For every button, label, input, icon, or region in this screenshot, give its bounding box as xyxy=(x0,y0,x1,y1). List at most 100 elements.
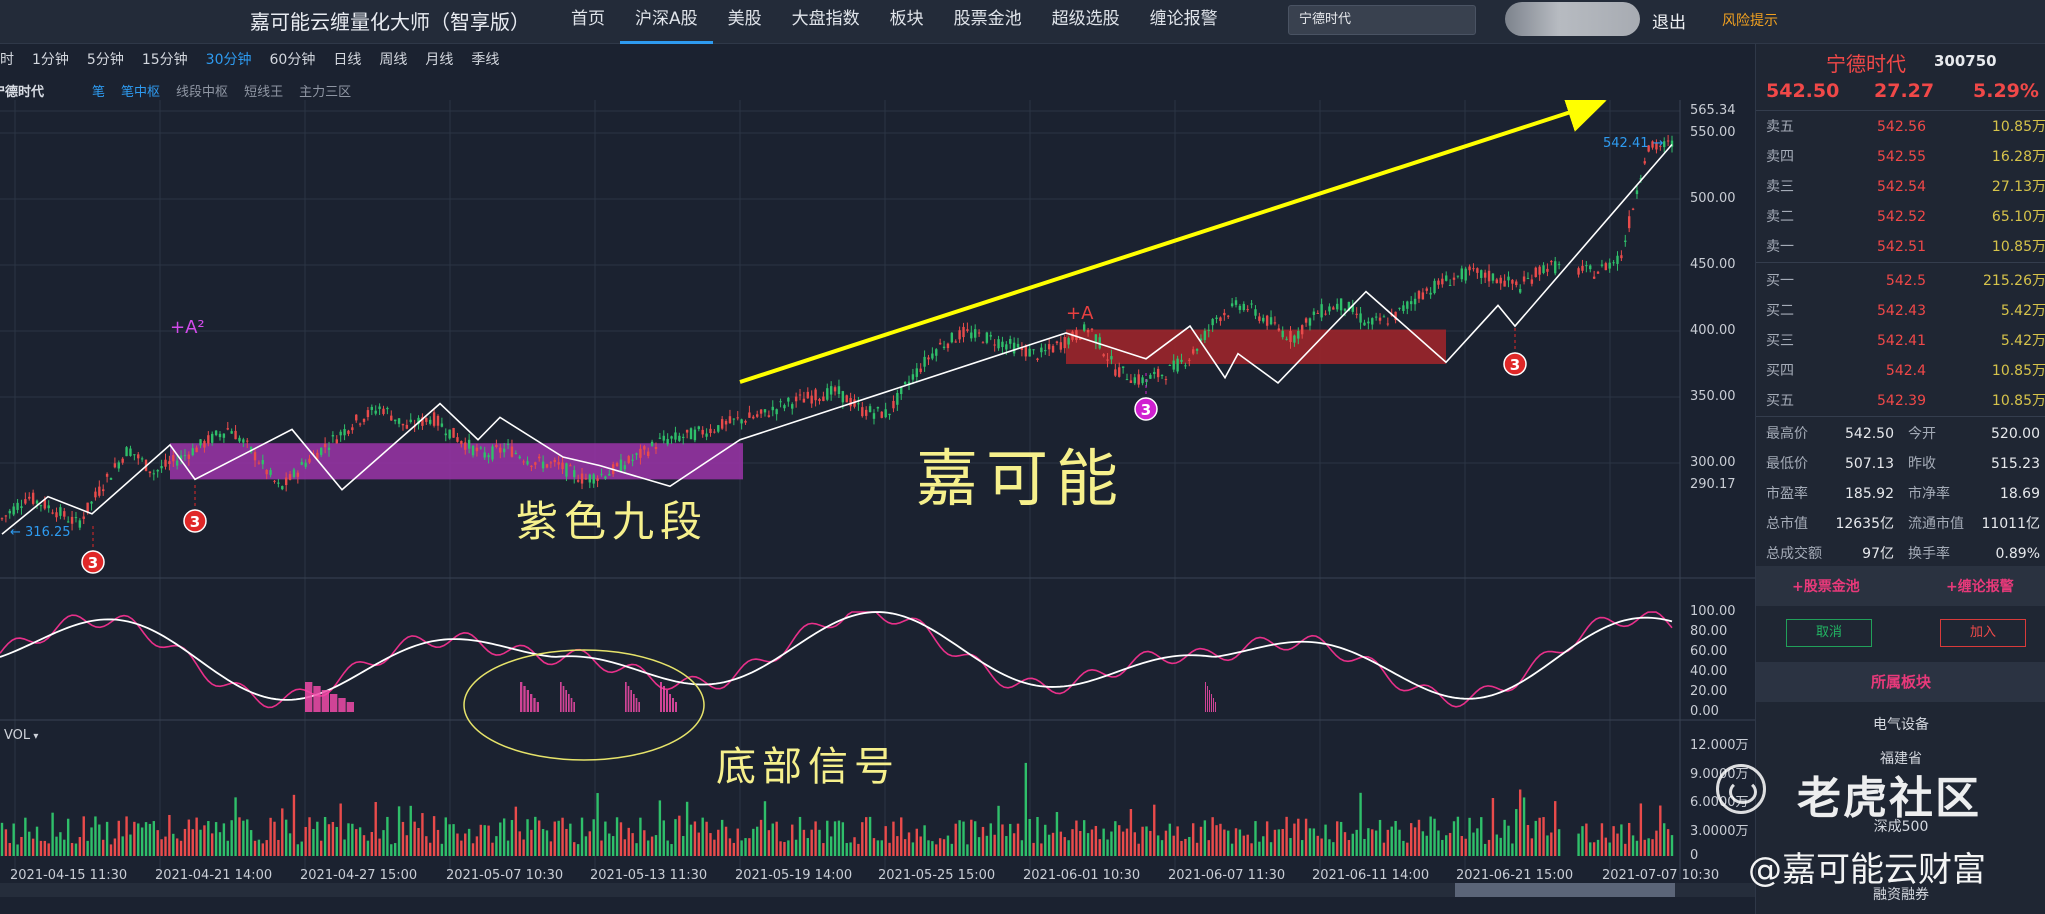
volume-bar xyxy=(417,828,420,856)
volume-bar xyxy=(674,819,677,856)
bottom-signal-bar xyxy=(638,702,640,712)
volume-bar xyxy=(31,838,35,856)
nav-item-1[interactable]: 沪深A股 xyxy=(620,0,713,44)
volume-bar xyxy=(1651,839,1654,856)
candle-body xyxy=(1534,267,1537,278)
bid-label: 买四 xyxy=(1766,363,1794,379)
volume-bar xyxy=(211,833,214,856)
volume-bar xyxy=(514,806,518,856)
candle-body xyxy=(366,410,370,418)
volume-bar xyxy=(1308,828,1312,856)
candle-body xyxy=(1324,313,1327,315)
period-tab-1[interactable]: 1分钟 xyxy=(23,48,78,72)
volume-bar xyxy=(249,830,253,856)
volume-bar xyxy=(717,829,720,856)
volume-bar xyxy=(736,828,739,856)
volume-bar xyxy=(1001,824,1004,856)
candle-body xyxy=(650,441,654,446)
candle-body xyxy=(401,423,405,426)
candle-body xyxy=(1207,329,1210,331)
price-tick-label: 450.00 xyxy=(1690,257,1736,272)
volume-bar xyxy=(1487,839,1491,856)
candle-body xyxy=(569,465,572,467)
nav-item-5[interactable]: 股票金池 xyxy=(939,0,1037,44)
period-tab-3[interactable]: 15分钟 xyxy=(133,48,197,72)
candle-body xyxy=(1191,349,1195,354)
volume-bar xyxy=(1191,823,1195,856)
period-tab-9[interactable]: 季线 xyxy=(462,48,508,72)
volume-bar xyxy=(1666,829,1670,856)
bid-volume: 10.85万 xyxy=(1991,363,2045,379)
candle-body xyxy=(1149,374,1152,379)
period-tab-4[interactable]: 30分钟 xyxy=(197,48,261,72)
volume-bar xyxy=(28,831,31,856)
volume-bar xyxy=(1534,820,1537,856)
cancel-button[interactable]: 取消 xyxy=(1786,619,1872,647)
volume-bar xyxy=(631,833,634,856)
nav-item-3[interactable]: 大盘指数 xyxy=(777,0,875,44)
volume-bar xyxy=(1499,837,1502,856)
volume-bar xyxy=(1402,840,1405,856)
period-tab-8[interactable]: 月线 xyxy=(416,48,462,72)
volume-bar xyxy=(234,797,237,856)
nav-item-7[interactable]: 缠论报警 xyxy=(1135,0,1233,44)
stat-label: 总市值 xyxy=(1766,516,1808,532)
add-chan-alert-button[interactable]: +缠论报警 xyxy=(1946,576,2014,596)
user-avatar[interactable] xyxy=(1505,2,1640,36)
candle-body xyxy=(981,342,985,344)
risk-notice-link[interactable]: 风险提示 xyxy=(1722,10,1778,30)
add-to-stock-pool-button[interactable]: +股票金池 xyxy=(1792,576,1860,596)
volume-indicator-dropdown[interactable]: VOL xyxy=(4,728,38,743)
candle-body xyxy=(242,439,245,443)
tool-segment-zhongshu[interactable]: 线段中枢 xyxy=(176,81,228,100)
volume-bar xyxy=(230,820,233,856)
candle-body xyxy=(456,437,459,442)
volume-bar xyxy=(90,827,93,856)
tool-main-three-zones[interactable]: 主力三区 xyxy=(299,81,351,100)
volume-bar xyxy=(658,800,662,856)
period-tab-5[interactable]: 60分钟 xyxy=(261,48,325,72)
candle-body xyxy=(63,511,66,517)
candle-body xyxy=(1592,276,1596,279)
sector-item[interactable]: 电气设备 xyxy=(1756,714,2045,734)
volume-bar xyxy=(296,844,300,856)
candle-body xyxy=(950,332,954,343)
period-tab-2[interactable]: 5分钟 xyxy=(78,48,133,72)
price-change: 27.27 xyxy=(1874,80,1935,102)
tool-bi-zhongshu[interactable]: 笔中枢 xyxy=(121,81,160,100)
volume-bar xyxy=(1028,818,1031,856)
volume-bar xyxy=(1612,826,1615,856)
bottom-signal-bar xyxy=(520,682,523,712)
nav-item-4[interactable]: 板块 xyxy=(875,0,939,44)
volume-bar xyxy=(861,822,864,856)
volume-bar xyxy=(1059,831,1063,856)
period-tab-0[interactable]: 分时 xyxy=(0,48,23,72)
candle-body xyxy=(1254,309,1257,316)
candle-body xyxy=(693,429,697,441)
add-button[interactable]: 加入 xyxy=(1940,619,2026,647)
tool-short-king[interactable]: 短线王 xyxy=(244,81,283,100)
volume-bar xyxy=(281,808,284,856)
nav-item-0[interactable]: 首页 xyxy=(556,0,620,44)
annotations: 3 3 3 3 +A² +A ← 316.25 542.41 → xyxy=(10,100,1664,761)
oscillator-tick-label: 60.00 xyxy=(1690,644,1728,659)
volume-bar xyxy=(1129,809,1133,856)
volume-bar xyxy=(164,836,167,856)
candle-body xyxy=(1328,306,1331,312)
candle-body xyxy=(600,473,603,475)
candle-body xyxy=(678,435,681,441)
period-tab-6[interactable]: 日线 xyxy=(324,48,370,72)
stock-search-input[interactable]: 宁德时代 xyxy=(1288,5,1476,35)
watermark-site: 老虎社区 xyxy=(1797,773,1981,824)
logout-link[interactable]: 退出 xyxy=(1652,8,1686,33)
volume-bar xyxy=(1219,823,1222,856)
candle-body xyxy=(1589,265,1592,270)
nav-item-2[interactable]: 美股 xyxy=(713,0,777,44)
volume-bar xyxy=(421,813,424,856)
main-nav: 首页 沪深A股 美股 大盘指数 板块 股票金池 超级选股 缠论报警 xyxy=(556,0,1233,44)
tool-bi[interactable]: 笔 xyxy=(92,81,105,100)
stat-label: 昨收 xyxy=(1908,456,1936,472)
period-tab-7[interactable]: 周线 xyxy=(370,48,416,72)
volume-bar xyxy=(1223,829,1226,856)
nav-item-6[interactable]: 超级选股 xyxy=(1037,0,1135,44)
